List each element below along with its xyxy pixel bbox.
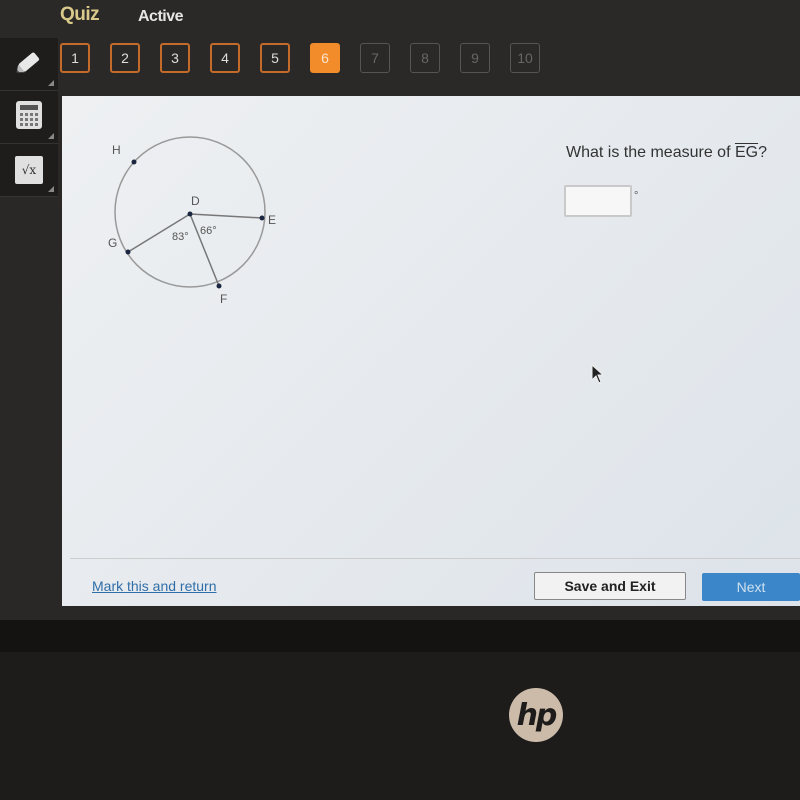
label-g: G [108,236,117,250]
question-button-10: 10 [510,43,540,73]
circle-diagram: H D E G F 83° 66° [108,136,276,306]
point-f [216,283,222,289]
point-e [259,215,265,221]
question-suffix: ? [758,144,767,161]
expand-corner-icon [48,80,54,86]
question-button-9: 9 [460,43,490,73]
angle-fde-label: 66° [200,225,217,237]
tool-sidebar: √x [0,38,58,197]
bezel-edge [0,620,800,652]
pencil-tool-button[interactable] [0,38,58,91]
formula-icon: √x [15,156,43,184]
point-d [187,211,193,217]
next-button[interactable]: Next [702,573,800,601]
label-f: F [220,292,227,306]
point-g [125,249,131,255]
arc-name: EG [734,144,759,161]
screen: Quiz Active 1 2 3 4 5 6 7 8 9 10 √x H D … [0,0,800,620]
expand-corner-icon [48,186,54,192]
footer-divider [70,558,800,559]
calculator-icon [16,100,42,134]
question-button-4[interactable]: 4 [210,43,240,73]
mark-and-return-link[interactable]: Mark this and return [92,578,217,594]
question-navigation: 1 2 3 4 5 6 7 8 9 10 [60,43,560,73]
hp-logo: hp [509,688,563,742]
quiz-status: Active [138,8,184,25]
label-e: E [268,213,276,227]
question-button-8: 8 [410,43,440,73]
question-text: What is the measure of EG? [566,144,767,162]
pencil-icon [13,46,45,83]
mouse-cursor-icon [591,364,605,384]
formula-tool-button[interactable]: √x [0,144,58,197]
question-button-3[interactable]: 3 [160,43,190,73]
question-button-2[interactable]: 2 [110,43,140,73]
save-and-exit-button[interactable]: Save and Exit [534,572,686,600]
quiz-title: Quiz [60,4,100,25]
question-button-5[interactable]: 5 [260,43,290,73]
degree-unit: ° [634,190,639,202]
angle-gdf-label: 83° [172,231,189,243]
calculator-tool-button[interactable] [0,91,58,144]
top-bar: Quiz Active 1 2 3 4 5 6 7 8 9 10 [0,0,800,95]
label-d: D [191,194,200,208]
point-h [131,159,137,165]
question-prefix: What is the measure of [566,144,735,161]
label-h: H [112,143,121,157]
answer-input[interactable] [564,185,632,217]
question-button-7: 7 [360,43,390,73]
question-button-6[interactable]: 6 [310,43,340,73]
expand-corner-icon [48,133,54,139]
radius-de [189,213,263,219]
question-button-1[interactable]: 1 [60,43,90,73]
